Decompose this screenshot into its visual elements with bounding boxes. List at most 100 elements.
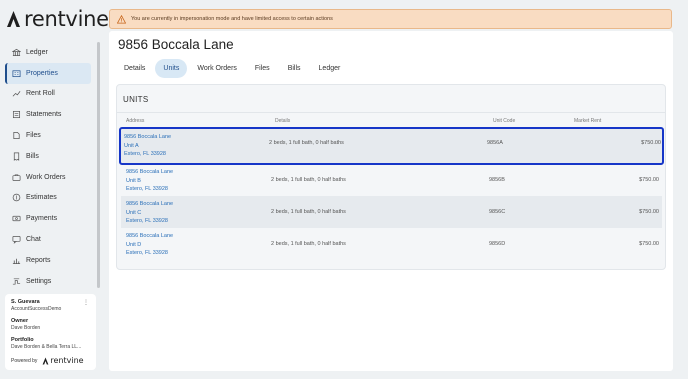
bank-icon xyxy=(12,48,21,57)
rentvine-mark-icon xyxy=(7,11,20,27)
portfolio-label: Portfolio xyxy=(11,337,34,343)
unit-name: Unit B xyxy=(126,177,141,184)
col-unit-code: Unit Code xyxy=(493,118,516,124)
sidebar-scrollbar[interactable] xyxy=(97,42,100,288)
unit-city: Estero, FL 33928 xyxy=(126,186,168,192)
unit-street: 9856 Boccala Lane xyxy=(124,134,172,140)
unit-details: 2 beds, 1 full bath, 0 half baths xyxy=(269,140,344,146)
owner-label: Owner xyxy=(11,318,29,324)
main-panel: 9856 Boccala Lane Details Units Work Order… xyxy=(109,31,673,371)
unit-city: Estero, FL 33928 xyxy=(126,250,168,256)
banner-message: You are currently in impersonation mode … xyxy=(131,16,333,22)
units-card: UNITS Address Details Unit Code Market R… xyxy=(116,84,666,270)
sidebar-item-payments[interactable]: Payments xyxy=(5,208,91,229)
unit-address-link[interactable]: 9856 Boccala Lane Unit D Estero, FL 33928 xyxy=(126,232,173,258)
unit-market-rent: $750.00 xyxy=(639,177,659,183)
units-table-header: Address Details Unit Code Market Rent xyxy=(126,118,665,127)
tab-units[interactable]: Units xyxy=(155,59,188,78)
portfolio-value: Dave Borden & Bella Terra LL... xyxy=(11,344,82,350)
sidebar-item-label: Bills xyxy=(26,152,39,160)
tab-work-orders[interactable]: Work Orders xyxy=(189,59,245,78)
sidebar-item-label: Estimates xyxy=(26,194,57,202)
more-options-icon[interactable]: ⋮ xyxy=(83,299,89,306)
unit-code: 9856D xyxy=(489,241,506,247)
sidebar-item-chat[interactable]: Chat xyxy=(5,229,91,250)
sidebar-item-label: Properties xyxy=(26,69,58,77)
table-row[interactable]: 9856 Boccala Lane Unit C Estero, FL 33928 2… xyxy=(121,196,662,228)
sidebar-item-statements[interactable]: Statements xyxy=(5,104,91,125)
chat-icon xyxy=(12,235,21,244)
estimates-icon xyxy=(12,193,21,202)
unit-city: Estero, FL 33928 xyxy=(126,218,168,224)
sidebar-item-bills[interactable]: Bills xyxy=(5,146,91,167)
table-row[interactable]: 9856 Boccala Lane Unit A Estero, FL 33928 2… xyxy=(119,127,664,165)
unit-address-link[interactable]: 9856 Boccala Lane Unit B Estero, FL 33928 xyxy=(126,168,173,194)
unit-code: 9856A xyxy=(487,140,503,146)
page-title: 9856 Boccala Lane xyxy=(118,37,234,52)
sidebar-item-label: Settings xyxy=(26,277,52,285)
col-market-rent: Market Rent xyxy=(574,118,602,124)
sidebar-nav: Ledger Properties Rent Roll Statements Files… xyxy=(5,42,91,292)
sidebar-item-label: Chat xyxy=(26,236,41,244)
settings-icon xyxy=(12,277,21,286)
logo-text: rentvine xyxy=(24,7,109,31)
unit-city: Estero, FL 33928 xyxy=(124,151,166,157)
user-name: S. Guevara xyxy=(11,299,40,305)
sidebar-item-label: Ledger xyxy=(26,48,48,56)
powered-by: Powered by rentvine xyxy=(11,356,84,365)
unit-street: 9856 Boccala Lane xyxy=(126,233,174,239)
unit-code: 9856B xyxy=(489,177,505,183)
properties-icon xyxy=(12,69,21,78)
sidebar-item-estimates[interactable]: Estimates xyxy=(5,188,91,209)
tab-bills[interactable]: Bills xyxy=(280,59,309,78)
tab-files[interactable]: Files xyxy=(247,59,278,78)
unit-name: Unit C xyxy=(126,209,142,216)
owner-value: Dave Borden xyxy=(11,325,41,331)
payments-icon xyxy=(12,214,21,223)
tab-ledger[interactable]: Ledger xyxy=(311,59,349,78)
table-row[interactable]: 9856 Boccala Lane Unit D Estero, FL 33928 2… xyxy=(121,228,662,260)
unit-address-link[interactable]: 9856 Boccala Lane Unit A Estero, FL 33928 xyxy=(124,133,171,159)
powered-by-label: Powered by xyxy=(11,357,38,364)
rent-roll-icon xyxy=(12,89,21,98)
sidebar-item-label: Work Orders xyxy=(26,173,66,181)
rentvine-logo[interactable]: rentvine xyxy=(6,7,109,31)
powered-by-logo-text: rentvine xyxy=(50,356,84,365)
impersonation-banner: You are currently in impersonation mode … xyxy=(109,9,672,29)
tab-details[interactable]: Details xyxy=(116,59,153,78)
unit-address-link[interactable]: 9856 Boccala Lane Unit C Estero, FL 33928 xyxy=(126,200,173,226)
sidebar-item-label: Files xyxy=(26,132,41,140)
reports-icon xyxy=(12,256,21,265)
divider xyxy=(117,112,665,113)
user-account: AccountSuccessDemo xyxy=(11,306,62,312)
sidebar-item-properties[interactable]: Properties xyxy=(5,62,91,84)
unit-details: 2 beds, 1 full bath, 0 half baths xyxy=(271,241,346,247)
unit-street: 9856 Boccala Lane xyxy=(126,201,174,207)
sidebar-item-label: Statements xyxy=(26,111,62,119)
warning-icon xyxy=(117,14,126,24)
table-row[interactable]: 9856 Boccala Lane Unit B Estero, FL 33928 2… xyxy=(121,164,662,196)
units-heading: UNITS xyxy=(123,95,149,104)
unit-name: Unit A xyxy=(124,142,139,149)
work-orders-icon xyxy=(12,173,21,182)
sidebar-item-rent-roll[interactable]: Rent Roll xyxy=(5,84,91,105)
unit-code: 9856C xyxy=(489,209,506,215)
unit-details: 2 beds, 1 full bath, 0 half baths xyxy=(271,177,346,183)
property-tabs: Details Units Work Orders Files Bills Ledger xyxy=(116,59,350,78)
statements-icon xyxy=(12,110,21,119)
sidebar-item-settings[interactable]: Settings xyxy=(5,271,91,292)
unit-market-rent: $750.00 xyxy=(639,209,659,215)
col-details: Details xyxy=(275,118,291,124)
unit-market-rent: $750.00 xyxy=(639,241,659,247)
sidebar-item-reports[interactable]: Reports xyxy=(5,250,91,271)
sidebar-item-ledger[interactable]: Ledger xyxy=(5,42,91,63)
col-address: Address xyxy=(126,118,145,124)
sidebar-item-label: Rent Roll xyxy=(26,90,55,98)
powered-by-logo: rentvine xyxy=(42,356,84,365)
sidebar-item-files[interactable]: Files xyxy=(5,125,91,146)
unit-details: 2 beds, 1 full bath, 0 half baths xyxy=(271,209,346,215)
unit-market-rent: $750.00 xyxy=(641,140,661,146)
sidebar-item-work-orders[interactable]: Work Orders xyxy=(5,167,91,188)
user-card: S. Guevara AccountSuccessDemo ⋮ Owner Da… xyxy=(5,294,96,370)
rentvine-mark-icon xyxy=(43,356,49,365)
